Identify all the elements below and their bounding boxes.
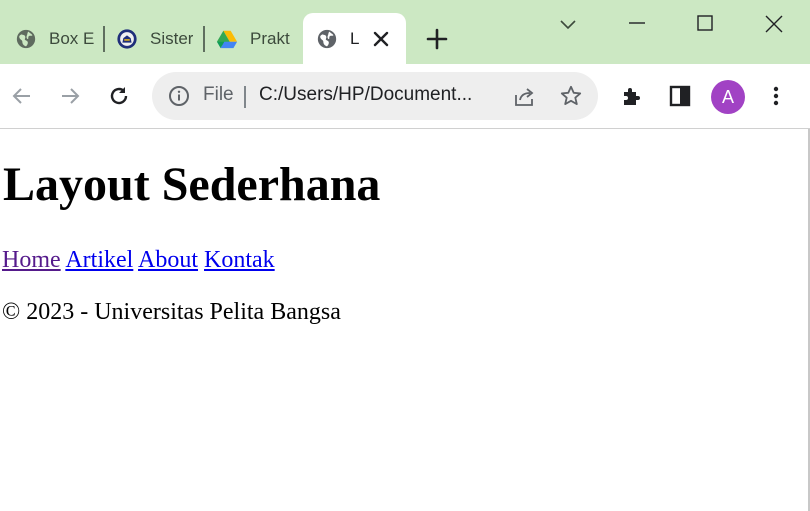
university-logo-icon [117,29,137,49]
reload-icon[interactable] [107,84,131,108]
more-menu-icon[interactable] [764,84,788,108]
back-arrow-icon[interactable] [10,84,34,108]
window-close-icon[interactable] [762,12,786,36]
footer-text: © 2023 - Universitas Pelita Bangsa [2,299,341,325]
minimize-icon[interactable] [625,12,649,36]
tab-title: L [350,29,360,48]
browser-toolbar: File C:/Users/HP/Document... A [0,64,810,129]
tab-search-chevron-icon[interactable] [556,12,580,36]
close-tab-icon[interactable] [372,30,390,48]
new-tab-icon[interactable] [426,28,448,50]
tab-divider [203,26,205,52]
page-content: Layout Sederhana Home Artikel About Kont… [0,129,810,511]
tab-title: Box E [49,29,95,48]
forward-arrow-icon[interactable] [58,84,82,108]
tab-active[interactable]: L [303,13,406,65]
tab-strip: Box E Sister Prakt L [0,0,810,65]
page-title: Layout Sederhana [3,158,381,211]
url-scheme-label: File [203,84,234,105]
tab-title: Sister [150,29,194,48]
maximize-icon[interactable] [693,12,717,36]
address-bar[interactable]: File C:/Users/HP/Document... [152,72,598,120]
side-panel-icon[interactable] [668,84,692,108]
profile-avatar[interactable]: A [711,80,745,114]
nav-link-home[interactable]: Home [2,247,61,273]
omnibox-divider [244,86,246,108]
globe-icon [16,29,36,49]
globe-icon [317,29,337,49]
extensions-puzzle-icon[interactable] [620,84,644,108]
bookmark-star-icon[interactable] [559,84,583,108]
nav-link-kontak[interactable]: Kontak [204,247,275,273]
url-text[interactable]: C:/Users/HP/Document... [259,84,497,106]
nav-links: Home Artikel About Kontak [2,247,275,274]
tab-divider [103,26,105,52]
tab-sister[interactable]: Sister [116,14,196,64]
tab-prakt[interactable]: Prakt [216,14,296,64]
tab-box[interactable]: Box E [15,14,103,64]
tab-title: Prakt [250,29,290,48]
nav-link-about[interactable]: About [138,247,198,273]
share-icon[interactable] [512,85,536,109]
google-drive-icon [216,30,238,49]
nav-link-artikel[interactable]: Artikel [65,247,133,273]
info-icon[interactable] [168,85,190,107]
